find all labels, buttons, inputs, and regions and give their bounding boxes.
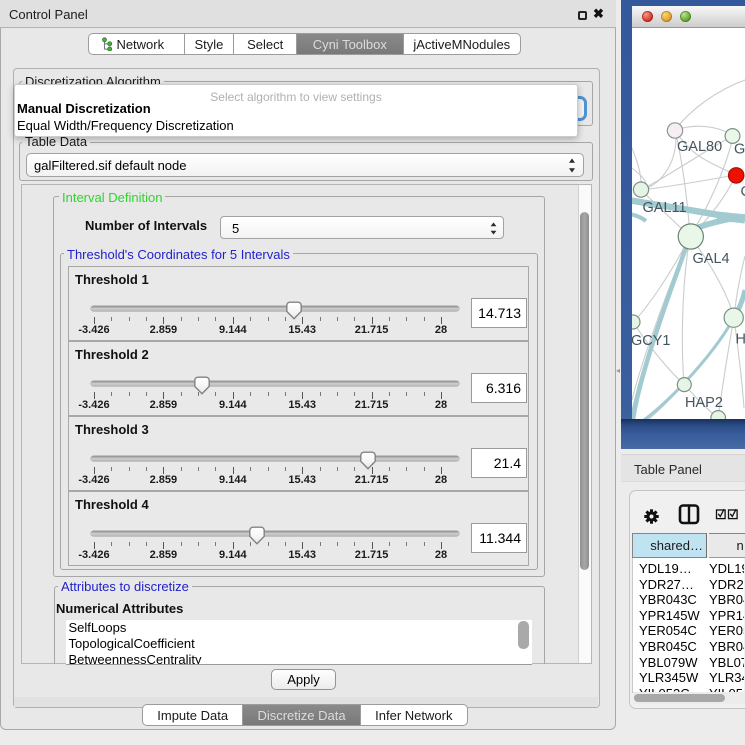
svg-text:HIS: HIS: [736, 332, 745, 348]
svg-text:CYC: CYC: [741, 184, 745, 200]
svg-text:GAL80: GAL80: [677, 139, 722, 155]
svg-text:GAL4: GAL4: [693, 251, 730, 267]
svg-text:HAP2: HAP2: [685, 395, 723, 411]
svg-text:GAL2: GAL2: [734, 142, 745, 158]
svg-text:GCY1: GCY1: [632, 333, 671, 349]
svg-text:GAL11: GAL11: [643, 200, 687, 216]
